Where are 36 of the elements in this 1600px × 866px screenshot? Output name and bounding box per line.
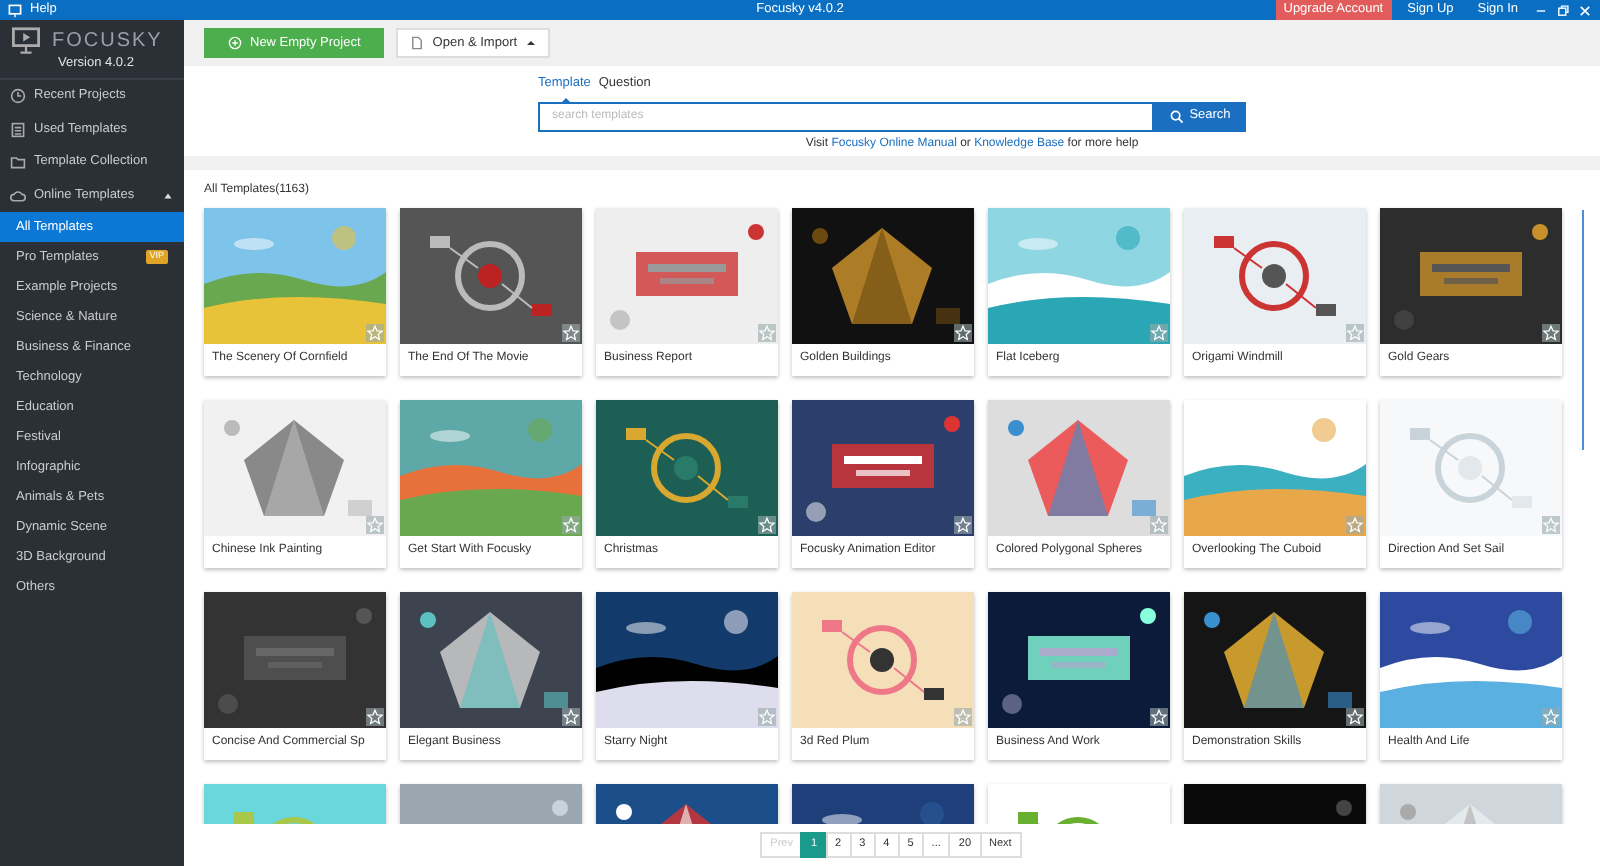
star-icon[interactable] [954, 708, 972, 726]
list-icon [10, 121, 26, 138]
scrollbar[interactable] [1581, 210, 1584, 450]
star-icon[interactable] [1346, 324, 1364, 342]
star-icon[interactable] [954, 516, 972, 534]
star-icon[interactable] [562, 516, 580, 534]
star-icon[interactable] [758, 324, 776, 342]
star-icon[interactable] [1150, 324, 1168, 342]
folder-icon [10, 154, 26, 171]
logo-text: FOCUSKY [52, 29, 163, 51]
star-icon[interactable] [1542, 708, 1560, 726]
star-icon[interactable] [1150, 516, 1168, 534]
close-icon[interactable] [1578, 3, 1592, 17]
cloud-icon [10, 187, 26, 204]
star-icon[interactable] [954, 324, 972, 342]
star-icon[interactable] [758, 708, 776, 726]
plus-circle-icon [228, 36, 242, 50]
star-icon[interactable] [1150, 708, 1168, 726]
star-icon[interactable] [366, 516, 384, 534]
app-icon [8, 3, 22, 17]
caret-icon[interactable] [162, 189, 174, 202]
star-icon[interactable] [562, 324, 580, 342]
restore-icon[interactable] [1556, 3, 1570, 17]
file-icon [410, 36, 425, 50]
clock-icon [10, 88, 26, 105]
search-icon [1169, 109, 1184, 124]
star-icon[interactable] [1542, 516, 1560, 534]
star-icon[interactable] [562, 708, 580, 726]
star-icon[interactable] [758, 516, 776, 534]
logo-icon [10, 26, 42, 54]
caret-icon [525, 38, 536, 48]
star-icon[interactable] [1346, 708, 1364, 726]
star-icon[interactable] [1542, 324, 1560, 342]
star-icon[interactable] [1346, 516, 1364, 534]
star-icon[interactable] [366, 324, 384, 342]
star-icon[interactable] [366, 708, 384, 726]
